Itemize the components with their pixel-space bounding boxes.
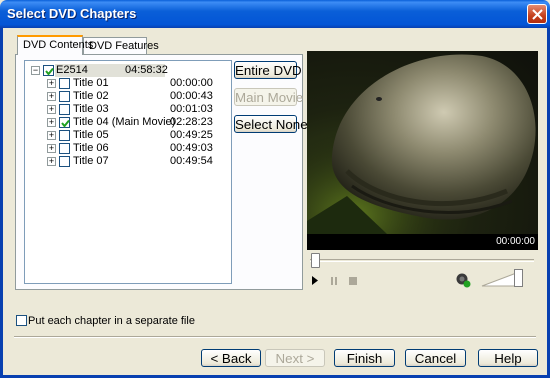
tree-item[interactable]: + Title 07 00:49:54 (47, 155, 227, 168)
expand-icon[interactable]: + (47, 79, 56, 88)
item-checkbox[interactable] (59, 91, 70, 102)
tree-item-time: 00:00:43 (170, 90, 213, 102)
time-display: 00:00:00 (307, 234, 538, 250)
tree-item[interactable]: + Title 01 00:00:00 (47, 77, 227, 90)
stop-icon[interactable] (349, 277, 357, 285)
play-icon[interactable] (311, 276, 319, 285)
tree-item[interactable]: + Title 02 00:00:43 (47, 90, 227, 103)
select-none-button[interactable]: Select None (234, 115, 308, 133)
item-checkbox[interactable] (59, 156, 70, 167)
tree-item-label: Title 04 (Main Movie) (73, 116, 176, 128)
checkmark-icon (61, 119, 70, 128)
item-checkbox[interactable] (59, 117, 70, 128)
tree-root-row[interactable]: − E2514 04:58:32 (31, 64, 221, 77)
tree-item-label: Title 03 (73, 103, 109, 115)
video-preview (307, 51, 538, 234)
expand-icon[interactable]: + (47, 157, 56, 166)
checkmark-icon (45, 67, 54, 76)
seek-slider-thumb[interactable] (311, 253, 320, 268)
tree-item-time: 00:00:00 (170, 77, 213, 89)
item-checkbox[interactable] (59, 143, 70, 154)
tree-root-label: E2514 (56, 64, 88, 76)
tree-item-label: Title 07 (73, 155, 109, 167)
expand-icon[interactable]: + (47, 144, 56, 153)
tree-root-time: 04:58:32 (125, 64, 168, 76)
finish-button[interactable]: Finish (334, 349, 395, 367)
tree-item[interactable]: + Title 03 00:01:03 (47, 103, 227, 116)
footer-separator (14, 336, 536, 338)
cancel-button[interactable]: Cancel (405, 349, 466, 367)
main-movie-button[interactable]: Main Movie (234, 88, 303, 106)
close-icon (532, 9, 543, 20)
tree-item-time: 00:01:03 (170, 103, 213, 115)
close-button[interactable] (527, 4, 547, 24)
tree-item-time: 00:49:03 (170, 142, 213, 154)
next-button[interactable]: Next > (265, 349, 325, 367)
pause-icon[interactable] (331, 277, 338, 285)
title-bar: Select DVD Chapters (0, 0, 550, 28)
expand-icon[interactable]: + (47, 131, 56, 140)
volume-slider-thumb[interactable] (514, 269, 523, 287)
time-readout: 00:00:00 (496, 236, 535, 247)
separate-file-checkbox[interactable] (16, 315, 27, 326)
tree-item-label: Title 02 (73, 90, 109, 102)
expand-icon[interactable]: + (47, 92, 56, 101)
video-frame-image (307, 51, 538, 234)
tree-item-label: Title 01 (73, 77, 109, 89)
help-button[interactable]: Help (478, 349, 538, 367)
item-checkbox[interactable] (59, 78, 70, 89)
window-title: Select DVD Chapters (7, 6, 137, 21)
tree-item-time: 00:49:25 (170, 129, 213, 141)
tree-item-label: Title 06 (73, 142, 109, 154)
collapse-icon[interactable]: − (31, 66, 40, 75)
tree-item[interactable]: + Title 05 00:49:25 (47, 129, 227, 142)
separate-file-label[interactable]: Put each chapter in a separate file (28, 315, 195, 327)
tab-dvd-contents[interactable]: DVD Contents (17, 35, 93, 55)
root-checkbox[interactable] (43, 65, 54, 76)
expand-icon[interactable]: + (47, 105, 56, 114)
tree-item[interactable]: + Title 06 00:49:03 (47, 142, 227, 155)
item-checkbox[interactable] (59, 104, 70, 115)
tree-item-label: Title 05 (73, 129, 109, 141)
seek-track[interactable] (310, 259, 534, 262)
dvd-contents-tree[interactable]: − E2514 04:58:32 + Title 01 00:00:00 + T… (24, 60, 232, 284)
back-button[interactable]: < Back (201, 349, 261, 367)
item-checkbox[interactable] (59, 130, 70, 141)
speaker-icon[interactable] (455, 272, 471, 288)
tree-item-time: 02:28:23 (170, 116, 213, 128)
tree-item[interactable]: + Title 04 (Main Movie) 02:28:23 (47, 116, 227, 129)
tree-item-time: 00:49:54 (170, 155, 213, 167)
expand-icon[interactable]: + (47, 118, 56, 127)
entire-dvd-button[interactable]: Entire DVD (234, 61, 302, 79)
